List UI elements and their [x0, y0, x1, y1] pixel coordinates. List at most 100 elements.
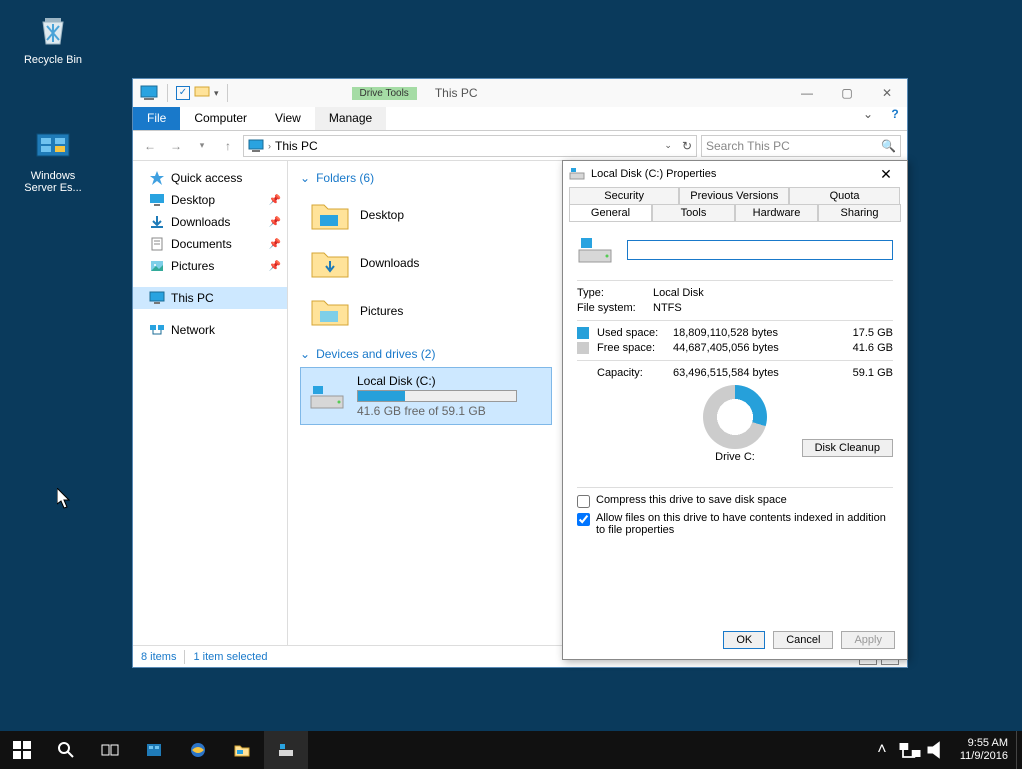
ok-button[interactable]: OK — [723, 631, 765, 649]
properties-dialog: Local Disk (C:) Properties ✕ Security Pr… — [562, 160, 908, 660]
taskbar-app-server-manager[interactable] — [132, 731, 176, 769]
usage-pie-chart — [703, 385, 767, 449]
this-pc-icon — [248, 139, 264, 153]
tab-general[interactable]: General — [569, 204, 652, 221]
checkbox-compress[interactable]: Compress this drive to save disk space — [577, 494, 893, 508]
nav-downloads[interactable]: Downloads📌 — [133, 211, 287, 233]
capacity-bytes: 63,496,515,584 bytes — [673, 367, 801, 379]
up-button[interactable]: ↑ — [217, 135, 239, 157]
disk-cleanup-button[interactable]: Disk Cleanup — [802, 439, 893, 457]
close-button[interactable]: ✕ — [867, 79, 907, 107]
titlebar[interactable]: ✓ ▾ Drive Tools This PC — ▢ ✕ — [133, 79, 907, 107]
desktop-icon — [149, 192, 165, 208]
drive-label: Local Disk (C:) — [357, 374, 545, 388]
ribbon-tab-computer[interactable]: Computer — [180, 107, 261, 130]
dialog-titlebar[interactable]: Local Disk (C:) Properties ✕ — [563, 161, 907, 187]
dialog-title: Local Disk (C:) Properties — [591, 168, 716, 180]
drive-icon — [307, 378, 347, 414]
taskbar-app-explorer[interactable] — [220, 731, 264, 769]
tab-quota[interactable]: Quota — [789, 187, 899, 204]
start-button[interactable] — [0, 731, 44, 769]
tab-tools[interactable]: Tools — [652, 204, 735, 221]
qat-folder-icon[interactable] — [194, 84, 210, 103]
pin-icon: 📌 — [269, 195, 281, 206]
tab-previous-versions[interactable]: Previous Versions — [679, 187, 789, 204]
tab-sharing[interactable]: Sharing — [818, 204, 901, 221]
qat-checkbox-icon[interactable]: ✓ — [176, 86, 190, 100]
qat-dropdown-icon[interactable]: ▾ — [214, 88, 219, 99]
task-view-button[interactable] — [88, 731, 132, 769]
nav-this-pc[interactable]: This PC — [133, 287, 287, 309]
desktop-icon-windows-server[interactable]: Windows Server Es... — [18, 126, 88, 194]
back-button[interactable]: ← — [139, 135, 161, 157]
cancel-button[interactable]: Cancel — [773, 631, 833, 649]
pin-icon: 📌 — [269, 261, 281, 272]
apply-button[interactable]: Apply — [841, 631, 895, 649]
used-swatch — [577, 327, 589, 339]
chevron-down-icon: ⌄ — [300, 347, 310, 361]
recycle-bin-icon — [33, 10, 73, 50]
desktop-icon-recycle-bin[interactable]: Recycle Bin — [18, 10, 88, 66]
drive-local-disk-c[interactable]: Local Disk (C:) 41.6 GB free of 59.1 GB — [300, 367, 552, 425]
volume-name-input[interactable] — [627, 240, 893, 260]
ribbon-tab-manage[interactable]: Manage — [315, 107, 386, 130]
documents-icon — [149, 236, 165, 252]
help-icon[interactable]: ? — [883, 107, 907, 130]
drive-usage-bar — [357, 390, 517, 402]
status-item-count: 8 items — [141, 651, 176, 663]
this-pc-icon — [149, 290, 165, 306]
tray-chevron-up-icon[interactable]: ˄ — [868, 731, 896, 769]
window-icon — [139, 83, 159, 103]
status-selected-count: 1 item selected — [193, 651, 267, 663]
nav-pane: Quick access Desktop📌 Downloads📌 Documen… — [133, 161, 288, 645]
pictures-icon — [149, 258, 165, 274]
ribbon: File Computer View Manage ⌄ ? — [133, 107, 907, 131]
value-type: Local Disk — [653, 287, 704, 299]
taskbar-app-drive-properties[interactable] — [264, 731, 308, 769]
nav-pictures[interactable]: Pictures📌 — [133, 255, 287, 277]
label-type: Type: — [577, 287, 653, 299]
maximize-button[interactable]: ▢ — [827, 79, 867, 107]
drive-icon — [577, 232, 613, 268]
label-capacity: Capacity: — [597, 367, 673, 379]
address-dropdown-icon[interactable]: ⌄ — [664, 140, 672, 151]
show-desktop-button[interactable] — [1016, 731, 1022, 769]
star-icon — [149, 170, 165, 186]
mouse-cursor — [57, 488, 73, 510]
ribbon-expand-icon[interactable]: ⌄ — [853, 107, 883, 130]
tray-volume-icon[interactable] — [924, 731, 952, 769]
pin-icon: 📌 — [269, 239, 281, 250]
nav-network[interactable]: Network — [133, 319, 287, 341]
search-placeholder: Search This PC — [706, 139, 790, 153]
tab-security[interactable]: Security — [569, 187, 679, 204]
search-button[interactable] — [44, 731, 88, 769]
minimize-button[interactable]: — — [787, 79, 827, 107]
nav-desktop[interactable]: Desktop📌 — [133, 189, 287, 211]
search-icon[interactable]: 🔍 — [881, 139, 896, 153]
tab-set: Security Previous Versions Quota General… — [569, 187, 901, 222]
taskbar-clock[interactable]: 9:55 AM 11/9/2016 — [952, 737, 1016, 763]
contextual-tab-drive-tools[interactable]: Drive Tools — [352, 87, 417, 100]
drive-icon — [569, 166, 585, 182]
free-bytes: 44,687,405,056 bytes — [673, 342, 801, 354]
refresh-button[interactable]: ↻ — [682, 139, 692, 153]
folder-icon — [310, 197, 350, 233]
nav-quick-access[interactable]: Quick access — [133, 167, 287, 189]
close-button[interactable]: ✕ — [871, 166, 901, 183]
tab-hardware[interactable]: Hardware — [735, 204, 818, 221]
search-box[interactable]: Search This PC 🔍 — [701, 135, 901, 157]
used-bytes: 18,809,110,528 bytes — [673, 327, 801, 339]
desktop-icon-label: Windows Server Es... — [18, 170, 88, 194]
nav-documents[interactable]: Documents📌 — [133, 233, 287, 255]
tray-network-icon[interactable] — [896, 731, 924, 769]
forward-button[interactable]: → — [165, 135, 187, 157]
address-box[interactable]: › This PC ⌄ ↻ — [243, 135, 697, 157]
downloads-icon — [149, 214, 165, 230]
drive-free-text: 41.6 GB free of 59.1 GB — [357, 404, 545, 418]
ribbon-tab-view[interactable]: View — [261, 107, 315, 130]
taskbar-app-ie[interactable] — [176, 731, 220, 769]
checkbox-index[interactable]: Allow files on this drive to have conten… — [577, 512, 893, 536]
network-icon — [149, 322, 165, 338]
ribbon-tab-file[interactable]: File — [133, 107, 180, 130]
recent-locations-button[interactable]: ▾ — [191, 135, 213, 157]
